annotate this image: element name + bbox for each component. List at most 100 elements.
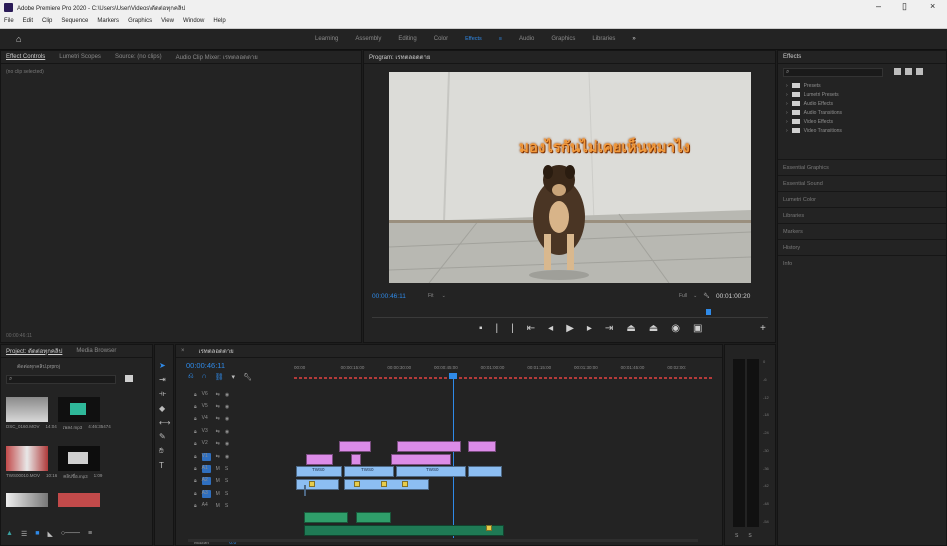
track-header-v4[interactable]: 🔒︎ V4 ⇆ ◉: [176, 414, 292, 425]
clip-v4-2[interactable]: [397, 441, 461, 452]
section-essential-graphics[interactable]: Essential Graphics: [778, 159, 946, 175]
menu-sequence[interactable]: Sequence: [61, 18, 88, 24]
thumbnail-clip-5[interactable]: [6, 493, 48, 507]
eye-icon[interactable]: ◉: [225, 441, 229, 447]
razor-tool-icon[interactable]: ◆: [159, 404, 170, 413]
tab-audio-clip-mixer[interactable]: Audio Clip Mixer: เรทตลอดตาย: [176, 52, 258, 62]
thumbnail-dsc0160[interactable]: [6, 397, 48, 422]
add-marker-icon[interactable]: ▪: [479, 323, 483, 334]
eye-icon[interactable]: ◉: [225, 416, 229, 422]
lock-track-icon[interactable]: 🔒︎: [194, 441, 197, 447]
workspace-learning[interactable]: Learning: [315, 36, 338, 42]
track-target-toggle[interactable]: V5: [202, 403, 211, 411]
accelerated-effects-icon[interactable]: [894, 68, 901, 75]
section-essential-sound[interactable]: Essential Sound: [778, 175, 946, 191]
track-target-toggle[interactable]: V3: [202, 428, 211, 436]
lock-icon[interactable]: ▲: [6, 530, 13, 538]
clip-v3-1[interactable]: [306, 454, 333, 465]
eye-icon[interactable]: ◉: [225, 429, 229, 435]
section-markers[interactable]: Markers: [778, 223, 946, 239]
folder-lumetri-presets[interactable]: › Lumetri Presets: [778, 90, 946, 99]
fit-chevron-icon[interactable]: ⌄: [442, 293, 446, 299]
solo-button[interactable]: S: [225, 478, 228, 484]
lock-track-icon[interactable]: 🔒︎: [194, 454, 197, 460]
track-header-a4[interactable]: 🔒︎ A4 M S: [176, 501, 292, 512]
32bit-effects-icon[interactable]: [905, 68, 912, 75]
clip-a2-2[interactable]: [356, 512, 391, 523]
snap-icon[interactable]: ∩: [202, 373, 207, 381]
workspace-audio[interactable]: Audio: [519, 36, 534, 42]
icon-view-icon[interactable]: ■: [35, 530, 39, 538]
clip-v1-1[interactable]: [296, 479, 339, 490]
track-target-toggle[interactable]: A1: [201, 464, 211, 473]
menu-help[interactable]: Help: [213, 18, 225, 24]
workspace-graphics[interactable]: Graphics: [551, 36, 575, 42]
minimize-icon[interactable]: –: [876, 1, 881, 11]
eye-icon[interactable]: ◉: [225, 404, 229, 410]
sync-lock-icon[interactable]: ⇆: [216, 454, 220, 460]
solo-button[interactable]: S: [225, 503, 228, 509]
timeline-ruler[interactable]: 00:00 00:00:15:00 00:00:30:00 00:00:45:00 00…: [294, 365, 714, 383]
thumbnail-audio-clip[interactable]: [58, 397, 100, 422]
track-header-v6[interactable]: 🔒︎ V6 ⇆ ◉: [176, 389, 292, 400]
fit-dropdown[interactable]: Fit: [428, 293, 434, 299]
tab-sequence[interactable]: เรทตลอดตาย: [199, 346, 234, 356]
extract-icon[interactable]: ⏏: [649, 323, 658, 334]
mark-out-icon[interactable]: |: [511, 323, 514, 334]
track-select-tool-icon[interactable]: ⇥: [159, 375, 170, 384]
quality-dropdown[interactable]: Full: [679, 293, 687, 299]
section-history[interactable]: History: [778, 239, 946, 255]
mute-button[interactable]: M: [216, 491, 220, 497]
track-target-toggle[interactable]: V4: [202, 415, 211, 423]
clip-a2-1[interactable]: [304, 512, 348, 523]
workspace-more-button[interactable]: »: [632, 36, 635, 42]
clip-v4-1[interactable]: [339, 441, 371, 452]
mark-in-icon[interactable]: |: [496, 323, 499, 334]
export-frame-icon[interactable]: ◉: [671, 323, 680, 334]
track-header-v5[interactable]: 🔒︎ V5 ⇆ ◉: [176, 401, 292, 412]
solo-button[interactable]: S: [225, 466, 228, 472]
lock-track-icon[interactable]: 🔒︎: [194, 392, 197, 398]
folder-audio-transitions[interactable]: › Audio Transitions: [778, 108, 946, 117]
sync-lock-icon[interactable]: ⇆: [216, 416, 220, 422]
thumbnail-music[interactable]: [58, 446, 100, 471]
zoom-slider[interactable]: ○───: [61, 530, 80, 538]
solo-left-button[interactable]: S: [735, 533, 738, 539]
track-header-a1[interactable]: 🔒︎ A1 M S: [176, 463, 292, 474]
tab-media-browser[interactable]: Media Browser: [76, 348, 116, 354]
close-icon[interactable]: ×: [930, 1, 935, 11]
tab-effects[interactable]: Effects: [783, 54, 801, 60]
nest-icon[interactable]: ⎌: [188, 373, 194, 381]
menu-view[interactable]: View: [161, 18, 174, 24]
program-scrubber[interactable]: [372, 309, 768, 318]
slip-tool-icon[interactable]: ⟷: [159, 418, 170, 427]
program-timecode[interactable]: 00:00:46:11: [372, 293, 406, 300]
quality-chevron-icon[interactable]: ⌄: [693, 293, 697, 299]
selection-tool-icon[interactable]: ➤: [159, 361, 170, 370]
sync-lock-icon[interactable]: ⇆: [216, 404, 220, 410]
step-forward-icon[interactable]: ▸: [587, 323, 592, 334]
play-icon[interactable]: ▶: [566, 323, 574, 334]
clip-v1-marker-3[interactable]: [381, 481, 387, 487]
lock-track-icon[interactable]: 🔒︎: [194, 429, 197, 435]
track-header-a3[interactable]: 🔒︎ A3 M S: [176, 488, 292, 499]
track-target-toggle[interactable]: V2: [202, 440, 211, 448]
go-to-out-icon[interactable]: ⇥: [605, 323, 613, 334]
settings-wrench-icon[interactable]: 🔧︎: [243, 373, 252, 381]
thumbnail-clip-6[interactable]: [58, 493, 100, 507]
wrench-icon[interactable]: 🔧︎: [703, 293, 709, 299]
track-target-toggle[interactable]: V1: [201, 452, 211, 461]
new-bin-icon[interactable]: [125, 375, 133, 382]
workspace-assembly[interactable]: Assembly: [355, 36, 381, 42]
menu-file[interactable]: File: [4, 18, 14, 24]
lock-track-icon[interactable]: 🔒︎: [194, 478, 197, 484]
clip-v4-3[interactable]: [468, 441, 496, 452]
add-marker-icon[interactable]: ▾: [232, 373, 236, 381]
folder-video-effects[interactable]: › Video Effects: [778, 117, 946, 126]
workspace-color[interactable]: Color: [434, 36, 448, 42]
workspace-libraries[interactable]: Libraries: [592, 36, 615, 42]
folder-video-transitions[interactable]: › Video Transitions: [778, 126, 946, 135]
timeline-timecode[interactable]: 00:00:46:11: [186, 361, 225, 370]
mute-button[interactable]: M: [216, 478, 220, 484]
lock-track-icon[interactable]: 🔒︎: [194, 404, 197, 410]
